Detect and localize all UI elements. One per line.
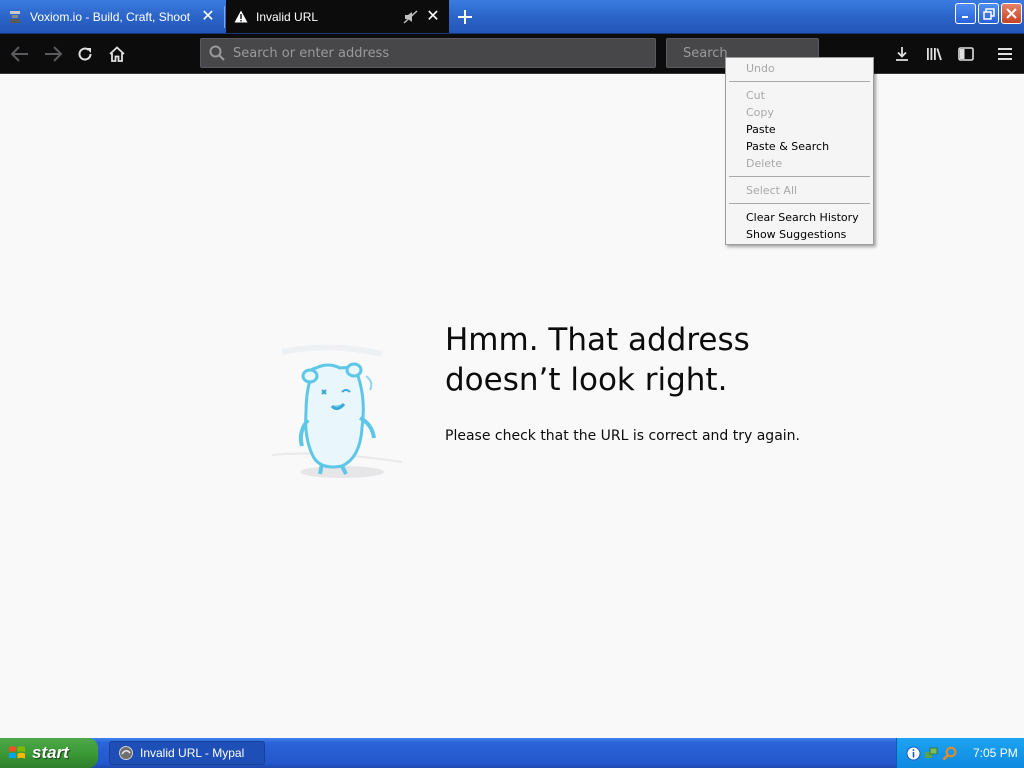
menu-item-clear-search-history[interactable]: Clear Search History — [746, 211, 859, 225]
error-title-line-2: doesn’t look right. — [445, 362, 728, 398]
reload-button[interactable] — [71, 40, 99, 68]
tab-invalid-url[interactable]: Invalid URL ✕ — [226, 0, 449, 33]
back-arrow-icon — [11, 46, 28, 62]
menu-item-copy[interactable]: Copy — [746, 106, 774, 120]
tab-divider — [224, 6, 225, 28]
close-window-button[interactable] — [1001, 3, 1022, 24]
tab-title: Invalid URL — [256, 9, 319, 24]
tab-voxiom[interactable]: Voxiom.io - Build, Craft, Shoot ✕ — [0, 0, 224, 33]
download-icon — [896, 47, 908, 61]
menu-separator — [729, 176, 870, 177]
menu-separator — [729, 203, 870, 204]
sidebar-icon — [958, 47, 974, 61]
minimize-button[interactable] — [955, 3, 976, 24]
downloads-button[interactable] — [888, 40, 916, 68]
menu-item-paste-search[interactable]: Paste & Search — [746, 140, 829, 154]
clock: 7:05 PM — [973, 746, 1018, 760]
info-icon[interactable] — [905, 745, 921, 761]
search-icon — [209, 45, 225, 61]
error-description: Please check that the URL is correct and… — [445, 428, 800, 444]
restore-button[interactable] — [978, 3, 999, 24]
windows-logo-icon — [9, 746, 25, 759]
sidebar-button[interactable] — [952, 40, 980, 68]
tab-title: Voxiom.io - Build, Craft, Shoot — [30, 9, 191, 24]
network-icon[interactable] — [923, 745, 939, 761]
home-icon — [109, 46, 125, 62]
close-tab-icon[interactable]: ✕ — [423, 7, 443, 27]
plus-icon — [458, 10, 472, 24]
menu-item-cut[interactable]: Cut — [746, 89, 765, 103]
error-title: Hmm. That address doesn’t look right. — [445, 320, 865, 400]
home-button[interactable] — [103, 40, 131, 68]
menu-item-show-suggestions[interactable]: Show Suggestions — [746, 228, 846, 242]
tab-strip: Voxiom.io - Build, Craft, Shoot ✕ Invali… — [0, 0, 1024, 34]
mypal-app-icon — [119, 746, 133, 760]
menu-item-undo[interactable]: Undo — [746, 62, 775, 76]
close-icon — [1006, 8, 1017, 19]
warning-icon — [234, 10, 248, 24]
voxiom-favicon-icon — [8, 10, 22, 24]
reload-icon — [78, 47, 92, 61]
new-tab-button[interactable] — [452, 4, 478, 30]
menu-item-select-all[interactable]: Select All — [746, 184, 797, 198]
taskbar-item-label: Invalid URL - Mypal — [140, 746, 245, 760]
menu-separator — [729, 81, 870, 82]
error-title-line-1: Hmm. That address — [445, 322, 750, 358]
menu-item-delete[interactable]: Delete — [746, 157, 782, 171]
start-label: start — [32, 743, 69, 762]
library-icon — [927, 48, 942, 61]
restore-icon — [982, 7, 995, 20]
search-context-menu: Undo Cut Copy Paste Paste & Search Delet… — [725, 57, 874, 245]
menu-item-paste[interactable]: Paste — [746, 123, 776, 137]
hamburger-menu-icon — [998, 48, 1012, 60]
minimize-icon — [961, 15, 968, 18]
taskbar: start Invalid URL - Mypal 7:05 PM — [0, 738, 1024, 768]
library-button[interactable] — [920, 40, 948, 68]
forward-button[interactable] — [39, 40, 67, 68]
hamster-illustration — [262, 340, 412, 485]
start-button[interactable]: start — [0, 738, 98, 768]
mute-tab-icon[interactable] — [401, 7, 421, 27]
forward-arrow-icon — [45, 46, 62, 62]
menu-button[interactable] — [991, 40, 1019, 68]
system-tray: 7:05 PM — [896, 738, 1024, 768]
back-button[interactable] — [6, 40, 34, 68]
magnifier-icon[interactable] — [941, 745, 957, 761]
address-input[interactable] — [233, 45, 655, 61]
address-bar[interactable] — [200, 38, 656, 68]
taskbar-item-mypal[interactable]: Invalid URL - Mypal — [109, 741, 265, 765]
close-tab-icon[interactable]: ✕ — [198, 7, 218, 27]
